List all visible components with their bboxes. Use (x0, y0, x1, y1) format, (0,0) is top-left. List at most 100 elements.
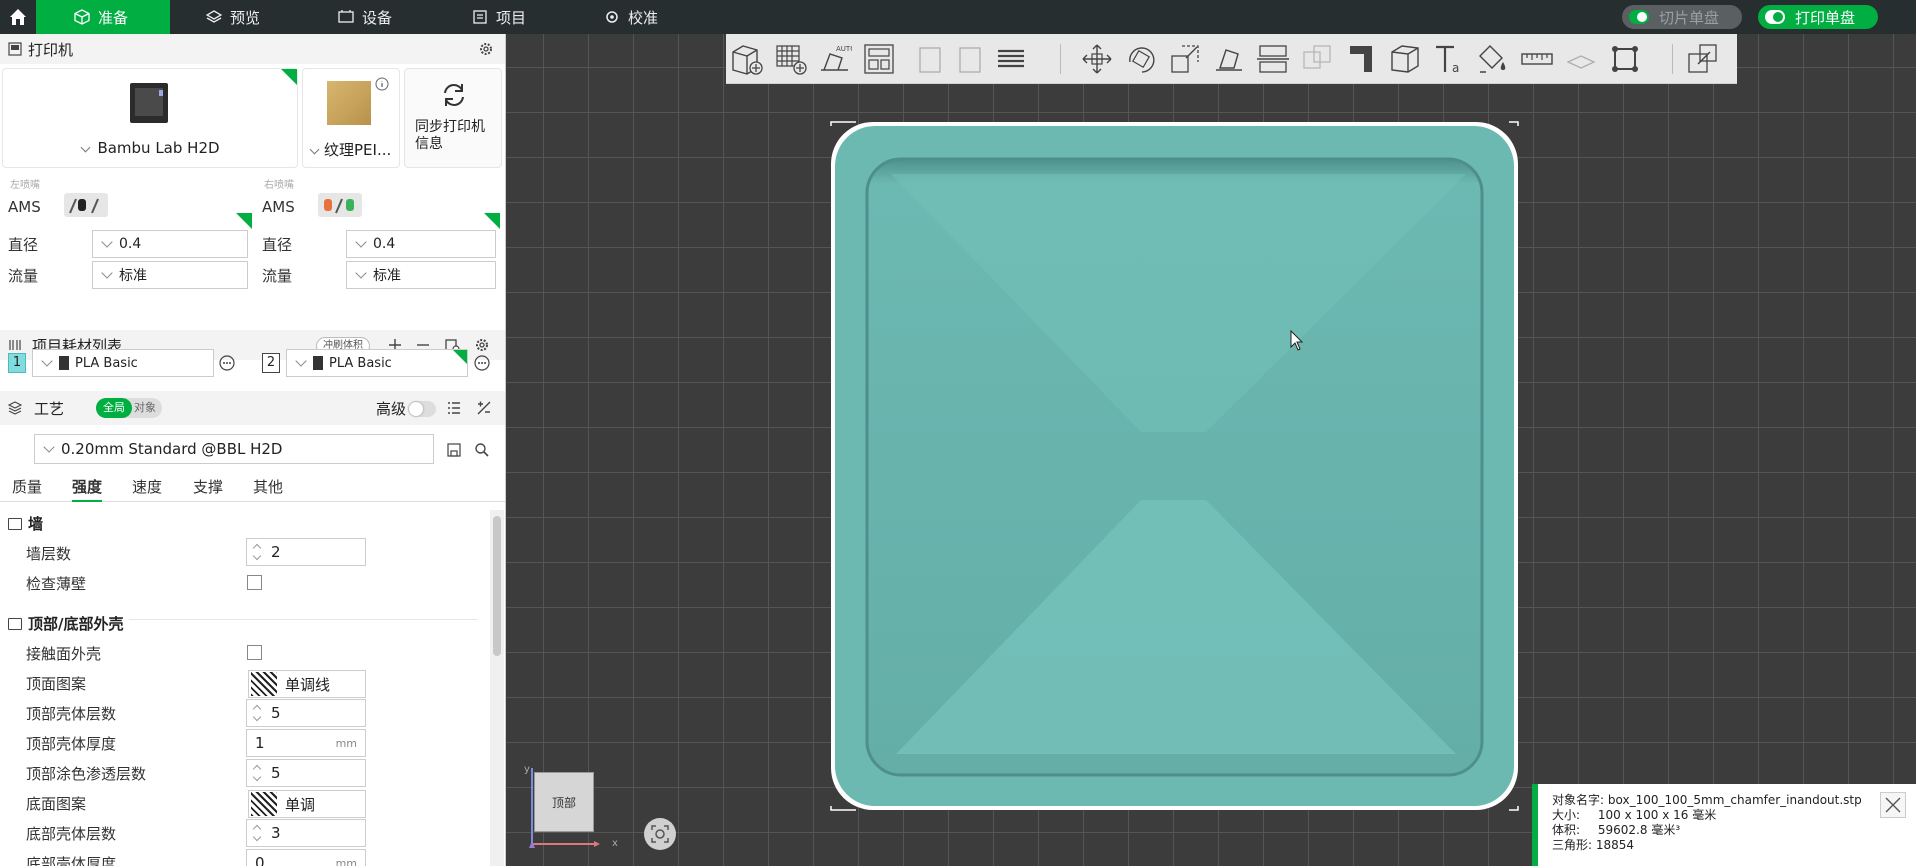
copy-icon[interactable] (914, 42, 948, 76)
interface-shells-checkbox[interactable] (247, 645, 262, 660)
filament-1-more-icon[interactable] (219, 355, 235, 371)
support-paint-icon[interactable] (1344, 42, 1378, 76)
measure-icon[interactable] (1520, 42, 1554, 76)
chevron-down-icon (355, 236, 367, 248)
top-layers-input[interactable]: 5 (246, 699, 366, 727)
tab-device[interactable]: 设备 (338, 0, 392, 34)
axis-y-label: y (524, 764, 530, 775)
printer-card[interactable]: Bambu Lab H2D (2, 68, 298, 168)
stepper-icon (251, 703, 263, 723)
tab-quality[interactable]: 质量 (12, 476, 42, 497)
top-thickness-input[interactable]: 1 mm (246, 729, 366, 757)
assembly-icon[interactable] (1564, 42, 1598, 76)
rotate-icon[interactable] (1124, 42, 1158, 76)
tab-project-label: 项目 (496, 8, 527, 27)
left-flow-select[interactable]: 标准 (92, 261, 248, 289)
lay-on-face-icon[interactable] (1212, 42, 1246, 76)
toolbar-divider (1060, 44, 1061, 74)
top-pattern-select[interactable]: 单调线 (248, 670, 366, 698)
bottom-pattern-select[interactable]: 单调 (248, 790, 366, 818)
advanced-toggle[interactable] (408, 401, 436, 417)
layers-list-icon[interactable] (994, 42, 1028, 76)
sync-icon (444, 84, 464, 106)
text-icon[interactable]: a (1432, 42, 1466, 76)
print-plate-label: 打印单盘 (1795, 8, 1856, 27)
tab-speed[interactable]: 速度 (132, 476, 162, 497)
top-bar: 准备 预览 设备 项目 校准 切片单盘 打印单盘 (0, 0, 1916, 34)
process-list-icon[interactable] (446, 400, 462, 416)
filament-2-color-swatch[interactable]: 2 (262, 353, 280, 373)
process-title: 工艺 (34, 399, 65, 418)
auto-orient-icon[interactable]: AUTO (818, 42, 852, 76)
tab-project[interactable]: 项目 (472, 0, 526, 34)
printer-section-title: 打印机 (28, 40, 74, 59)
thin-wall-checkbox[interactable] (247, 575, 262, 590)
paste-icon[interactable] (954, 42, 988, 76)
filament-2-select[interactable]: PLA Basic (286, 349, 468, 377)
toolbar-divider (1672, 44, 1673, 74)
tab-calibrate[interactable]: 校准 (604, 0, 658, 34)
left-ams-slots-icon[interactable] (64, 193, 108, 217)
filament-1-select[interactable]: PLA Basic (32, 349, 214, 377)
object-toolbar: AUTO a (726, 34, 1737, 84)
filament-1-color-swatch[interactable]: 1 (8, 353, 26, 373)
tab-preview[interactable]: 预览 (206, 0, 260, 34)
info-volume-label: 体积: (1552, 823, 1581, 837)
tab-prepare-label: 准备 (98, 8, 129, 27)
color-paint-icon[interactable] (1476, 42, 1510, 76)
move-icon[interactable] (1080, 42, 1114, 76)
search-icon[interactable] (474, 442, 490, 458)
chevron-down-icon (295, 355, 307, 367)
seam-paint-icon[interactable] (1388, 42, 1422, 76)
settings-scrollbar[interactable] (490, 510, 504, 866)
boolean-icon[interactable] (1300, 42, 1334, 76)
process-profile-select[interactable]: 0.20mm Standard @BBL H2D (34, 434, 434, 464)
sync-printer-button[interactable]: 同步打印机信息 (404, 68, 502, 168)
right-flow-select[interactable]: 标准 (346, 261, 496, 289)
plate-card[interactable]: 纹理PEI... (302, 68, 400, 168)
tab-others[interactable]: 其他 (253, 476, 283, 497)
add-plate-icon[interactable] (774, 42, 808, 76)
right-ams-slots-icon[interactable] (318, 193, 362, 217)
scrollbar-thumb[interactable] (493, 516, 501, 656)
add-object-icon[interactable] (730, 42, 764, 76)
arrange-icon[interactable] (862, 42, 896, 76)
split-objects-icon[interactable] (1686, 42, 1720, 76)
printer-section-header: 打印机 (0, 34, 505, 64)
reset-view-button[interactable] (644, 818, 676, 850)
cut-icon[interactable] (1256, 42, 1290, 76)
3d-viewport[interactable]: 顶部 y x (506, 34, 1916, 866)
top-paint-input[interactable]: 5 (246, 759, 366, 787)
tab-support[interactable]: 支撑 (193, 476, 223, 497)
scale-icon[interactable] (1168, 42, 1202, 76)
process-compare-icon[interactable] (476, 400, 492, 416)
fit-view-icon[interactable] (1608, 42, 1642, 76)
global-object-toggle[interactable]: 全局 对象 (96, 398, 162, 418)
plate-info-icon[interactable] (375, 77, 389, 91)
right-flow-label: 流量 (262, 267, 293, 285)
printer-selected-corner (281, 69, 297, 85)
info-close-button[interactable] (1880, 792, 1906, 818)
bottom-thickness-input[interactable]: 0 mm (246, 849, 366, 866)
model-render[interactable] (506, 34, 1916, 866)
home-icon (10, 9, 26, 25)
filament-2-more-icon[interactable] (474, 355, 490, 371)
filament-1-name: PLA Basic (75, 355, 138, 371)
wall-loops-input[interactable]: 2 (246, 538, 366, 566)
tab-prepare[interactable]: 准备 (36, 0, 170, 34)
cursor-icon (1290, 330, 1304, 351)
bottom-layers-input[interactable]: 3 (246, 819, 366, 847)
save-profile-icon[interactable] (446, 442, 462, 458)
printer-settings-gear-icon[interactable] (478, 41, 494, 57)
right-ams-label: AMS (262, 198, 295, 216)
right-diameter-select[interactable]: 0.4 (346, 230, 496, 258)
slice-plate-button[interactable]: 切片单盘 (1622, 5, 1742, 29)
tab-strength[interactable]: 强度 (72, 476, 103, 502)
stepper-icon (251, 542, 263, 562)
left-diameter-select[interactable]: 0.4 (92, 230, 248, 258)
home-button[interactable] (0, 0, 36, 34)
print-plate-button[interactable]: 打印单盘 (1758, 5, 1878, 29)
printer-name-row: Bambu Lab H2D (3, 139, 299, 157)
filament-settings-gear-icon[interactable] (474, 337, 490, 353)
filament-list-icon (9, 340, 21, 350)
